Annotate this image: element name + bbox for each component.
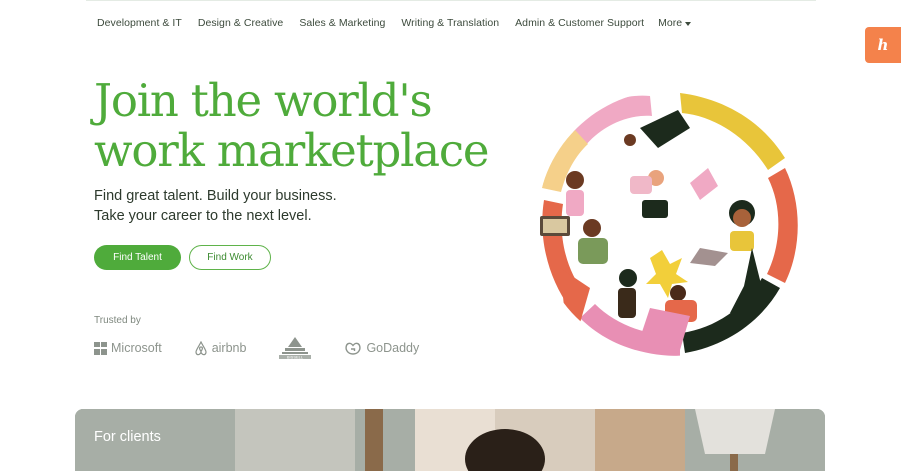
nav-development-it[interactable]: Development & IT	[97, 17, 182, 29]
caret-down-icon	[685, 21, 692, 26]
nav-design-creative[interactable]: Design & Creative	[198, 17, 283, 29]
for-clients-photo	[75, 409, 825, 471]
nav-more-label: More	[658, 17, 683, 29]
find-talent-button[interactable]: Find Talent	[94, 245, 181, 270]
hero-title-line1: Join the world's	[94, 74, 433, 127]
honey-icon: h	[878, 36, 889, 54]
hero-subtitle: Find great talent. Build your business. …	[94, 186, 337, 226]
godaddy-logo-text: GoDaddy	[366, 341, 420, 355]
nav-more-dropdown[interactable]: More	[658, 17, 692, 29]
honey-extension-button[interactable]: h	[865, 27, 901, 63]
microsoft-logo: Microsoft	[94, 341, 162, 355]
find-work-button[interactable]: Find Work	[189, 245, 271, 270]
airbnb-logo: airbnb	[194, 340, 247, 356]
godaddy-icon	[345, 342, 362, 355]
hero-subtitle-line2: Take your career to the next level.	[94, 208, 312, 224]
trusted-by-label: Trusted by	[94, 315, 141, 326]
hero-title-line2: work marketplace	[94, 124, 490, 177]
nav-writing-translation[interactable]: Writing & Translation	[401, 17, 499, 29]
airbnb-icon	[195, 340, 207, 355]
for-clients-label: For clients	[94, 429, 161, 445]
microsoft-logo-text: Microsoft	[111, 341, 162, 355]
hero-title: Join the world's work marketplace	[94, 76, 514, 176]
godaddy-logo: GoDaddy	[344, 341, 419, 356]
airbnb-logo-text: airbnb	[211, 341, 247, 355]
trusted-logos: Microsoft airbnb BISSELL GoDaddy	[94, 335, 419, 361]
hero-illustration	[537, 90, 803, 356]
nav-admin-customer-support[interactable]: Admin & Customer Support	[515, 17, 644, 29]
microsoft-grid-icon	[94, 341, 107, 355]
nav-sales-marketing[interactable]: Sales & Marketing	[299, 17, 385, 29]
honey-glyph: h	[878, 36, 889, 54]
bissell-icon: BISSELL	[279, 337, 312, 359]
top-divider	[86, 0, 816, 1]
for-clients-card[interactable]: For clients	[75, 409, 825, 471]
category-nav: Development & IT Design & Creative Sales…	[89, 12, 692, 34]
hero-subtitle-line1: Find great talent. Build your business.	[94, 188, 337, 204]
bissell-logo: BISSELL	[276, 336, 314, 360]
bissell-logo-text: BISSELL	[287, 354, 304, 359]
